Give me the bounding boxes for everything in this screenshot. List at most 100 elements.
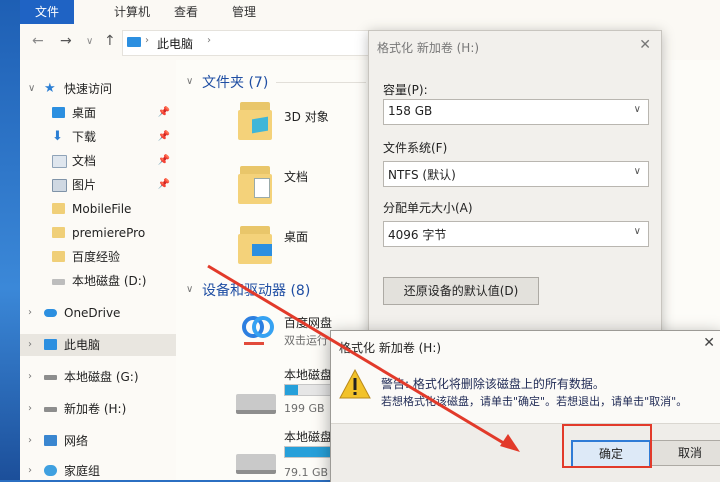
nav-item-mobilefile[interactable]: MobileFile [20,198,176,220]
nav-item-baidu-experience[interactable]: 百度经验 [20,246,176,268]
nav-label: 网络 [64,434,89,448]
nav-item-documents[interactable]: 文档 📌 [20,150,176,172]
dialog-footer: 确定 取消 [331,423,720,482]
tab-computer[interactable]: 计算机 [100,0,164,24]
nav-item-local-disk-d[interactable]: 本地磁盘 (D:) [20,270,176,292]
drive-icon [52,279,65,285]
nav-homegroup[interactable]: › 家庭组 [20,460,176,482]
baidu-netdisk-icon[interactable] [238,314,274,348]
cancel-button[interactable]: 取消 [651,440,720,466]
document-icon [52,155,67,168]
pin-icon[interactable]: 📌 [158,150,170,172]
folder-icon [52,203,65,214]
device-name[interactable]: 百度网盘 [284,314,332,331]
select-value: 4096 字节 [388,228,447,242]
tab-manage[interactable]: 管理 [218,0,270,24]
select-value: NTFS (默认) [388,168,456,182]
nav-label: 此电脑 [64,338,101,352]
nav-label: 百度经验 [72,250,121,264]
chevron-down-icon: ∨ [633,166,641,177]
dialog-title: 格式化 新加卷 (H:) [339,341,442,355]
allocation-label: 分配单元大小(A) [383,201,473,215]
back-arrow-icon[interactable]: ← [32,33,44,49]
folder-3d-objects-icon[interactable] [238,100,274,140]
filesystem-label: 文件系统(F) [383,141,448,155]
nav-item-premierepro[interactable]: premierePro [20,222,176,244]
desktop-icon [52,107,65,118]
nav-item-desktop[interactable]: 桌面 📌 [20,102,176,124]
chevron-right-icon: › [28,435,32,446]
chevron-down-icon: ∨ [28,83,36,94]
warning-line-2: 若想格式化该磁盘，请单击"确定"。若想退出，请单击"取消"。 [381,395,688,408]
device-name[interactable]: 本地磁盘 [284,366,332,383]
nav-item-pictures[interactable]: 图片 📌 [20,174,176,196]
nav-onedrive[interactable]: › OneDrive [20,302,176,324]
tab-view[interactable]: 查看 [160,0,212,24]
folder-icon [52,251,65,262]
nav-this-pc[interactable]: › 此电脑 [20,334,176,356]
chevron-down-icon[interactable]: ∨ [186,76,193,87]
dialog-title: 格式化 新加卷 (H:) [377,41,480,55]
drive-icon [44,407,57,412]
nav-label: premierePro [72,226,146,240]
disk-size-text: 199 GB [284,402,325,415]
pin-icon[interactable]: 📌 [158,126,170,148]
folder-icon [52,227,65,238]
device-subtext: 双击运行 [284,334,328,347]
close-icon[interactable]: ✕ [703,335,715,351]
star-icon: ★ [44,81,56,96]
nav-label: 新加卷 (H:) [64,402,127,416]
allocation-select[interactable]: 4096 字节 ∨ [383,221,649,247]
group-folders-header[interactable]: 文件夹 (7) [202,72,268,92]
chevron-right-icon: › [28,465,32,476]
hard-drive-icon[interactable] [236,394,276,414]
nav-label: 图片 [72,178,97,192]
device-name[interactable]: 本地磁盘 [284,428,332,445]
chevron-down-icon: ∨ [633,226,641,237]
nav-label: OneDrive [64,306,121,320]
nav-label: 桌面 [72,106,97,120]
chevron-down-icon[interactable]: ∨ [186,284,193,295]
format-warning-dialog: 格式化 新加卷 (H:) ✕ 警告: 格式化将删除该磁盘上的所有数据。 若想格式… [330,330,720,482]
folder-label[interactable]: 桌面 [284,228,308,245]
drive-icon [44,375,57,380]
tab-file[interactable]: 文件 [20,0,74,24]
breadcrumb[interactable]: › 此电脑 › [122,30,374,56]
select-value: 158 GB [388,104,433,118]
nav-label: 快速访问 [64,82,113,96]
chevron-right-icon: › [207,35,211,46]
pin-icon[interactable]: 📌 [158,174,170,196]
close-icon[interactable]: ✕ [639,37,651,53]
capacity-select[interactable]: 158 GB ∨ [383,99,649,125]
computer-icon [44,339,57,350]
nav-drive-h[interactable]: › 新加卷 (H:) [20,398,176,420]
folder-label[interactable]: 文档 [284,168,308,185]
restore-defaults-button[interactable]: 还原设备的默认值(D) [383,277,539,305]
recent-chevron-icon[interactable]: ∨ [86,36,93,47]
nav-label: 本地磁盘 (G:) [64,370,139,384]
nav-drive-g[interactable]: › 本地磁盘 (G:) [20,366,176,388]
nav-label: MobileFile [72,202,132,216]
nav-quick-access[interactable]: ∨ ★ 快速访问 [20,78,176,100]
breadcrumb-this-pc[interactable]: 此电脑 [157,35,193,52]
folder-documents-icon[interactable] [238,164,274,204]
annotation-highlight-box [562,424,652,468]
network-icon [44,435,57,446]
forward-arrow-icon[interactable]: → [60,33,72,49]
nav-item-downloads[interactable]: ⬇ 下载 📌 [20,126,176,148]
folder-label[interactable]: 3D 对象 [284,108,329,125]
picture-icon [52,179,67,192]
nav-network[interactable]: › 网络 [20,430,176,452]
up-arrow-icon[interactable]: ↑ [104,33,116,49]
chevron-right-icon: › [145,35,149,46]
chevron-right-icon: › [28,371,32,382]
hard-drive-icon[interactable] [236,454,276,474]
filesystem-select[interactable]: NTFS (默认) ∨ [383,161,649,187]
folder-desktop-icon[interactable] [238,224,274,264]
group-devices-header[interactable]: 设备和驱动器 (8) [202,280,310,300]
pin-icon[interactable]: 📌 [158,102,170,124]
nav-label: 本地磁盘 (D:) [72,274,147,288]
nav-label: 家庭组 [64,464,101,478]
warning-icon [339,369,371,399]
nav-label: 下载 [72,130,97,144]
